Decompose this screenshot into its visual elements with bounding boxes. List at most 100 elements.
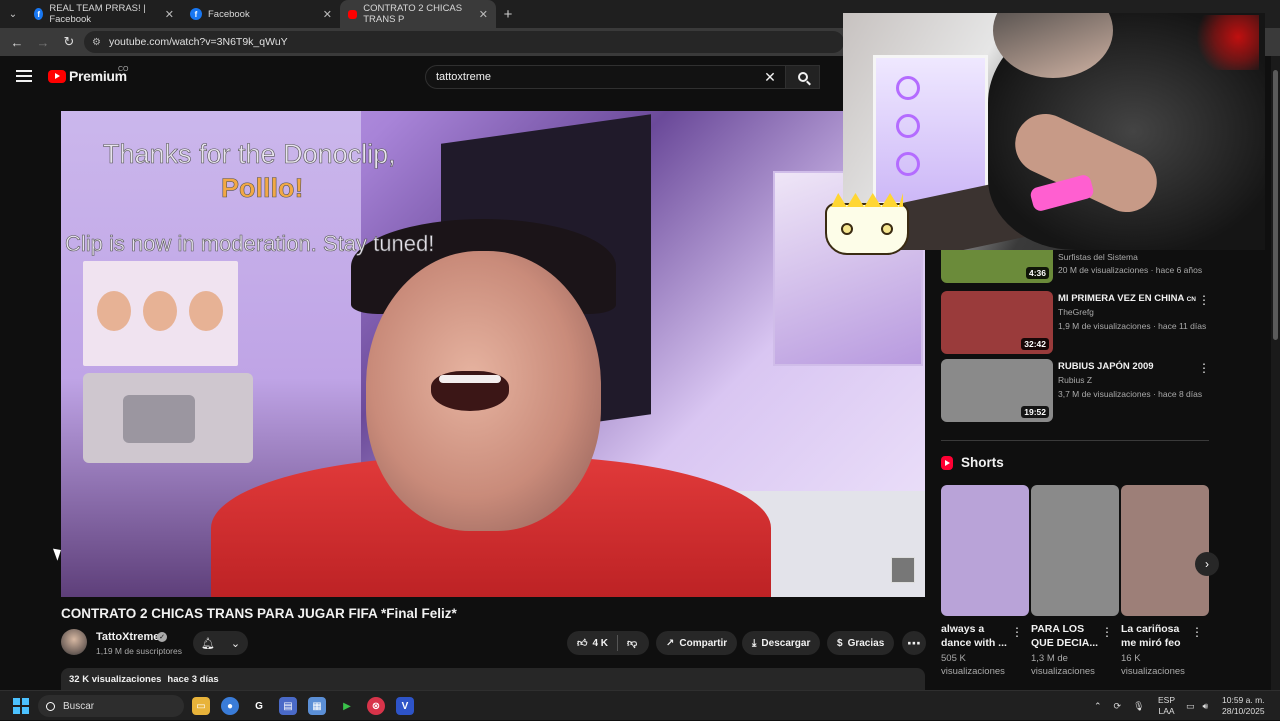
tab-label: Facebook — [208, 8, 250, 20]
short-title[interactable]: always a dance with ... — [941, 622, 1013, 650]
url-field[interactable]: ⚙ youtube.com/watch?v=3N6T9k_qWuY — [84, 31, 844, 53]
more-options-icon[interactable]: ⋮ — [1011, 625, 1023, 639]
clear-search-icon[interactable]: ✕ — [760, 66, 780, 88]
short-item-1[interactable]: always a dance with ... 505 K visualizac… — [941, 485, 1029, 678]
youtube-icon — [348, 9, 358, 19]
more-options-icon[interactable]: ⋮ — [1101, 625, 1113, 639]
reload-icon[interactable]: ↻ — [58, 31, 80, 53]
video-title-text: MI PRIMERA VEZ EN CHINA — [1058, 293, 1184, 304]
download-button[interactable]: ⤓ Descargar — [742, 631, 821, 655]
like-count[interactable]: 4 K — [592, 638, 608, 649]
sync-icon[interactable]: ⟳ — [1114, 701, 1122, 712]
more-options-icon[interactable]: ⋮ — [1191, 625, 1203, 639]
close-icon[interactable]: ✕ — [323, 8, 332, 21]
video-meta: 20 M de visualizaciones · hace 6 años — [1058, 265, 1203, 275]
thanks-button[interactable]: $ Gracias — [827, 631, 895, 655]
short-item-2[interactable]: PARA LOS QUE DECIA... 1,3 M de visualiza… — [1031, 485, 1119, 678]
more-options-icon[interactable]: ⋮ — [1198, 361, 1210, 375]
network-icon: ▭ — [1186, 700, 1195, 711]
taskbar-search[interactable]: Buscar — [38, 695, 184, 717]
app-icon-v[interactable]: V — [396, 697, 414, 715]
app-icon-document[interactable]: ▤ — [279, 697, 297, 715]
search-icon — [797, 72, 808, 82]
close-icon[interactable]: ✕ — [165, 8, 174, 21]
short-item-3[interactable]: La cariñosa me miró feo 16 K visualizaci… — [1121, 485, 1209, 678]
channel-avatar[interactable] — [61, 629, 87, 655]
sidebar-video-1[interactable]: 4:36 Surfistas del Sistema 20 M de visua… — [941, 250, 1211, 284]
short-thumbnail[interactable] — [1121, 485, 1209, 616]
app-icon-g[interactable]: G — [250, 697, 268, 715]
channel-name[interactable]: Surfistas del Sistema — [1058, 252, 1138, 262]
view-count: 32 K visualizaciones — [69, 674, 162, 685]
video-duration: 4:36 — [1025, 267, 1049, 279]
chevron-right-icon[interactable]: › — [1195, 552, 1219, 576]
more-actions-icon[interactable]: ⋯ — [902, 631, 926, 655]
language-indicator[interactable]: ESP LAA — [1158, 691, 1175, 721]
channel-watermark[interactable] — [891, 557, 915, 583]
chrome-icon[interactable]: ● — [221, 697, 239, 715]
video-title[interactable]: RUBIUS JAPÓN 2009 — [1058, 361, 1198, 373]
subscriber-count: 1,19 M de suscriptores — [96, 646, 182, 656]
search-button[interactable] — [785, 65, 820, 89]
windows-start-icon[interactable] — [13, 698, 29, 714]
like-icon[interactable]: 👍︎ — [577, 637, 587, 649]
tab-search-icon[interactable]: ⌄ — [0, 0, 26, 28]
video-thumbnail[interactable]: 4:36 — [941, 250, 1053, 283]
short-thumbnail[interactable] — [941, 485, 1029, 616]
tab-facebook[interactable]: f Facebook ✕ — [182, 0, 340, 28]
network-volume-group[interactable]: ▭ 🔊︎ — [1186, 691, 1208, 721]
share-button[interactable]: ↗ Compartir — [656, 631, 738, 655]
back-icon[interactable]: ← — [6, 31, 28, 53]
youtube-play-icon — [48, 69, 66, 83]
mic-icon[interactable]: 🎙︎ — [1133, 701, 1144, 712]
forward-icon[interactable]: → — [32, 31, 54, 53]
like-divider — [617, 635, 619, 651]
video-thumbnail[interactable]: 32:42 — [941, 291, 1053, 354]
channel-name[interactable]: TheGrefg — [1058, 307, 1094, 317]
app-icon-red[interactable]: ⊗ — [367, 697, 385, 715]
channel-name[interactable]: Rubius Z — [1058, 375, 1092, 385]
file-explorer-icon[interactable]: ▭ — [192, 697, 210, 715]
menu-icon[interactable] — [16, 70, 32, 82]
video-thumbnail[interactable]: 19:52 — [941, 359, 1053, 422]
taskbar-search-placeholder: Buscar — [63, 700, 95, 712]
webcam-splatter — [1189, 15, 1259, 70]
dislike-icon[interactable]: 👎︎ — [627, 637, 637, 649]
search-value: tattoxtreme — [436, 71, 492, 83]
chevron-up-icon[interactable]: ⌃ — [1094, 701, 1102, 712]
download-icon: ⤓ — [752, 637, 757, 649]
new-tab-icon[interactable]: + — [496, 6, 520, 23]
video-title: CONTRATO 2 CHICAS TRANS PARA JUGAR FIFA … — [61, 606, 457, 621]
short-title[interactable]: PARA LOS QUE DECIA... — [1031, 622, 1103, 650]
notification-bell-button[interactable]: 🔔︎ ⌄ — [193, 631, 248, 655]
lang-line1: ESP — [1158, 695, 1176, 705]
video-title[interactable]: MI PRIMERA VEZ EN CHINA CN — [1058, 293, 1198, 306]
youtube-logo[interactable]: Premium — [48, 68, 127, 84]
sidebar-video-3[interactable]: 19:52 RUBIUS JAPÓN 2009 Rubius Z 3,7 M d… — [941, 359, 1211, 423]
site-info-icon[interactable]: ⚙ — [92, 37, 101, 48]
close-icon[interactable]: ✕ — [479, 8, 488, 21]
short-thumbnail[interactable] — [1031, 485, 1119, 616]
calculator-icon[interactable]: ▦ — [308, 697, 326, 715]
tab-real-team[interactable]: f REAL TEAM PRRAS! | Facebook ✕ — [26, 0, 182, 28]
upload-date: hace 3 días — [167, 674, 219, 685]
video-player[interactable]: Thanks for the Donoclip, Polllo! Clip is… — [61, 111, 925, 597]
clock[interactable]: 10:59 a. m. 28/10/2025 — [1222, 691, 1265, 721]
more-options-icon[interactable]: ⋮ — [1198, 293, 1210, 307]
section-divider — [941, 440, 1209, 441]
webcam-pc-case — [873, 55, 988, 205]
donoclip-status-text: Clip is now in moderation. Stay tuned! — [65, 231, 435, 257]
video-duration: 19:52 — [1021, 406, 1049, 418]
shorts-icon — [941, 455, 953, 470]
channel-name[interactable]: TattoXtreme — [96, 631, 159, 643]
sidebar-video-2[interactable]: 32:42 MI PRIMERA VEZ EN CHINA CN TheGref… — [941, 291, 1211, 355]
chevron-down-icon: ⌄ — [230, 637, 241, 650]
description-box[interactable]: 32 K visualizaciones hace 3 días — [61, 668, 925, 690]
play-app-icon[interactable]: ▶ — [338, 697, 356, 715]
page-scrollbar[interactable] — [1271, 56, 1280, 690]
short-views: 505 K visualizaciones — [941, 652, 1021, 678]
facebook-icon: f — [190, 8, 202, 20]
scrollbar-thumb[interactable] — [1273, 70, 1278, 340]
tab-youtube-video[interactable]: CONTRATO 2 CHICAS TRANS P ✕ — [340, 0, 496, 28]
short-title[interactable]: La cariñosa me miró feo — [1121, 622, 1193, 650]
